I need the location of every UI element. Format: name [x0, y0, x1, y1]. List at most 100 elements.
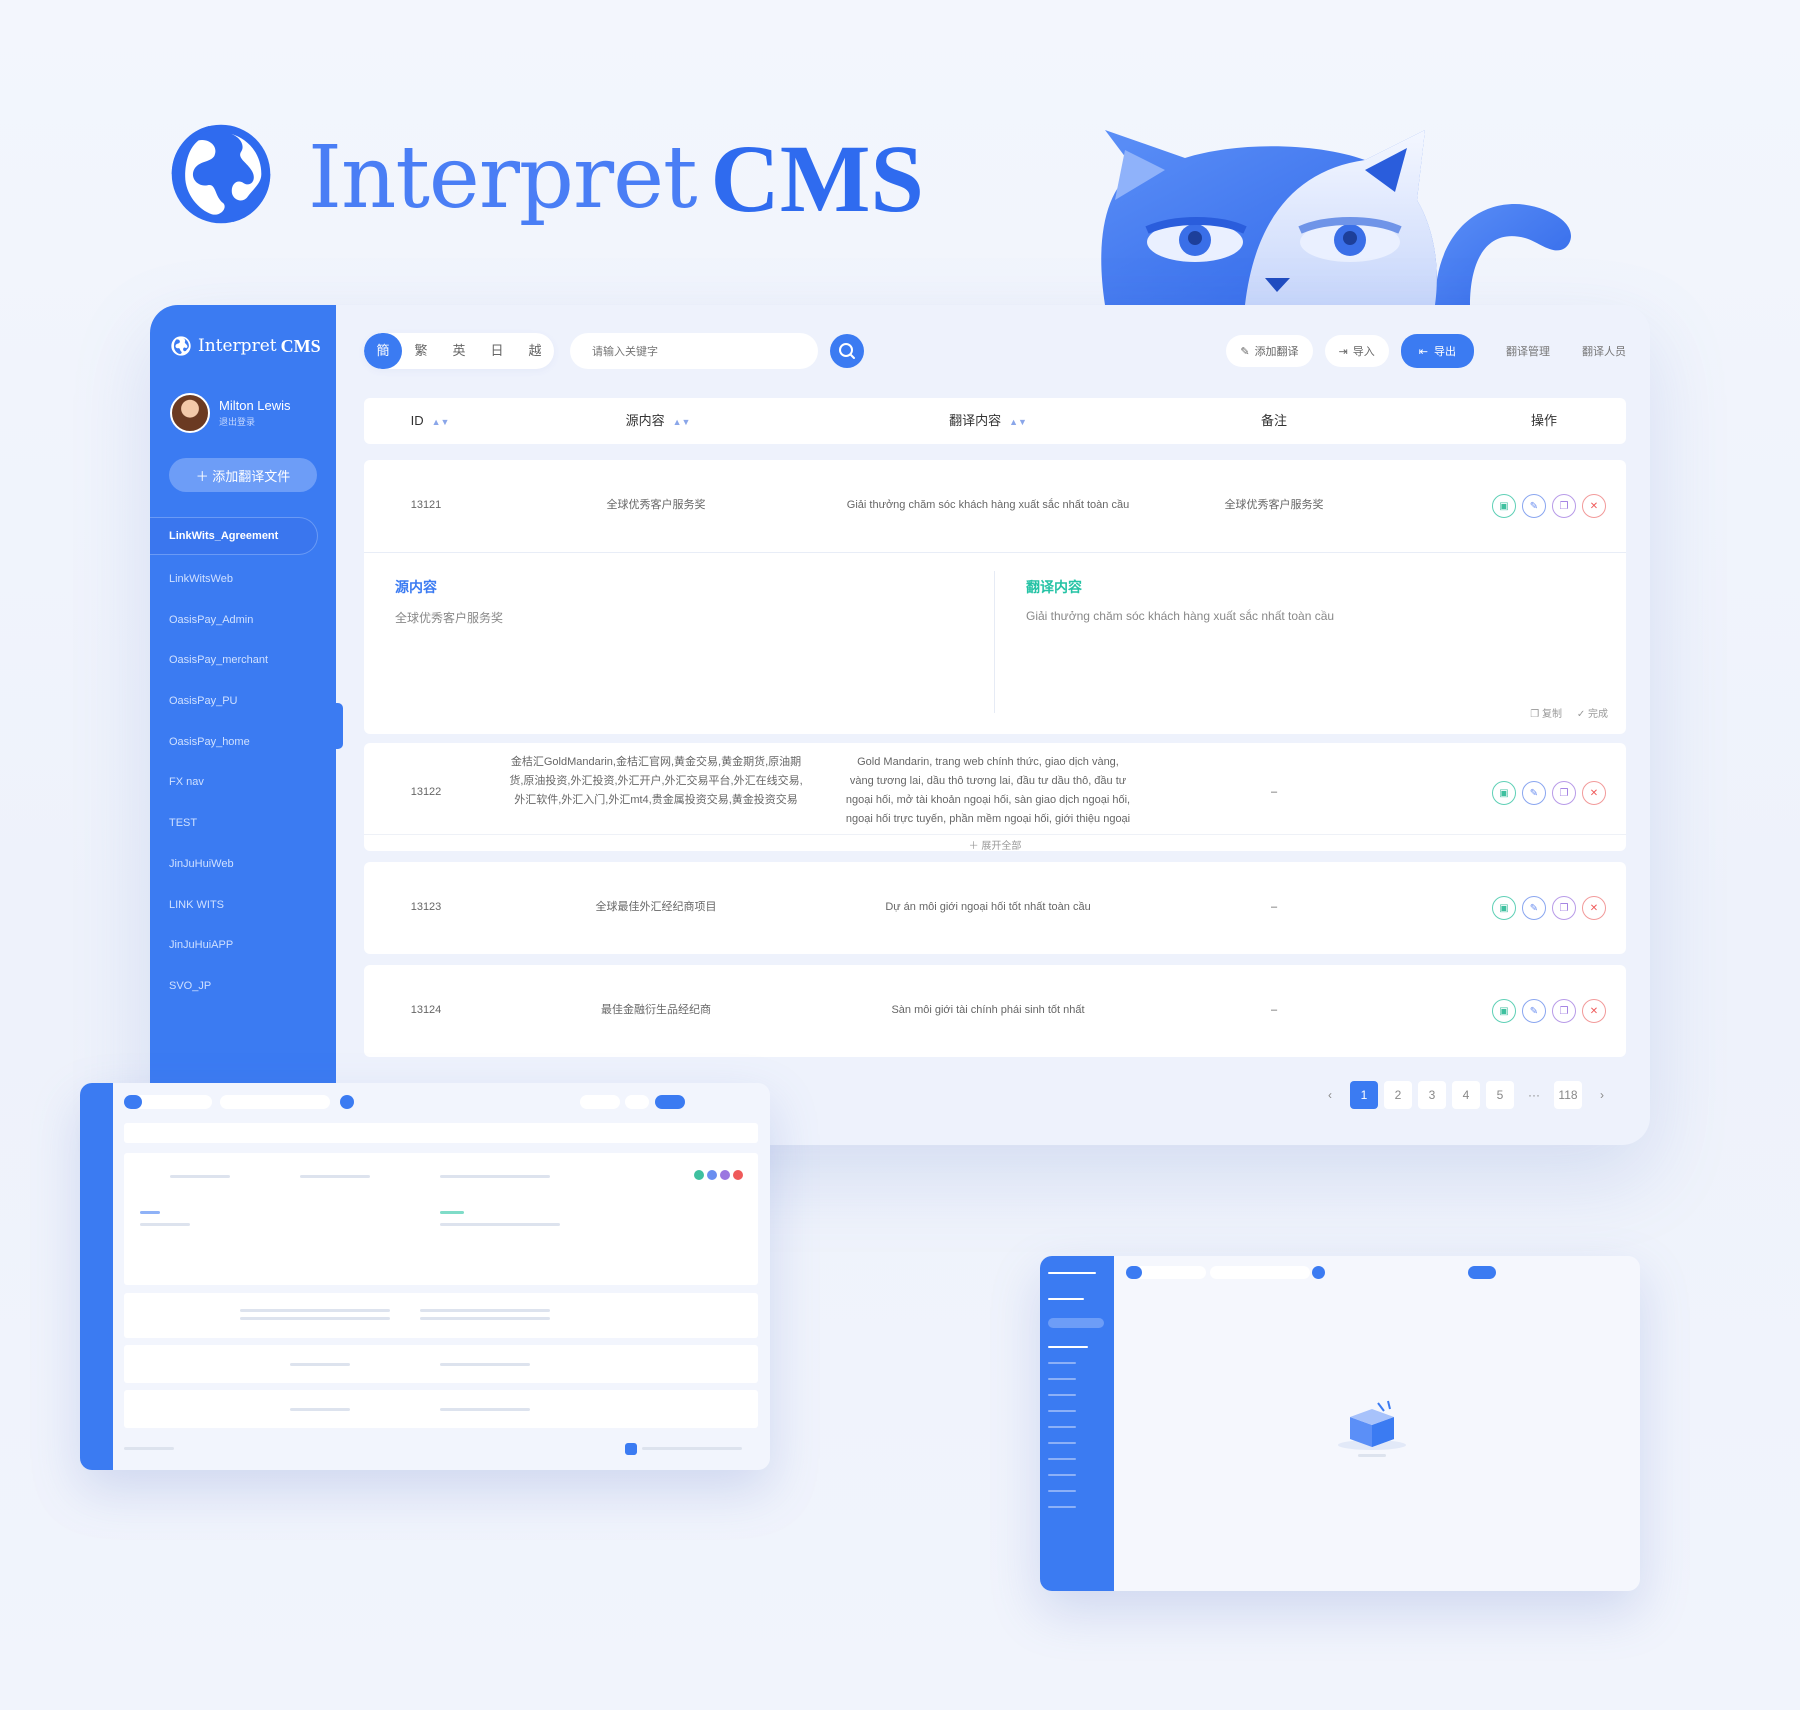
- page-button[interactable]: 2: [1384, 1081, 1412, 1109]
- search-input[interactable]: [590, 333, 814, 371]
- sidebar-item[interactable]: LinkWitsWeb: [150, 559, 336, 600]
- save-icon[interactable]: ▣: [1492, 896, 1516, 920]
- add-translation-label: 添加翻译: [1254, 346, 1299, 358]
- delete-icon[interactable]: ✕: [1582, 896, 1606, 920]
- copy-icon[interactable]: ❐: [1552, 781, 1576, 805]
- hero-title-light: Interpret: [308, 128, 698, 228]
- export-button[interactable]: ⇤ 导出: [1400, 334, 1474, 368]
- edit-icon[interactable]: ✎: [1522, 896, 1546, 920]
- header-source[interactable]: 源内容 ▲▼: [626, 398, 691, 444]
- expanded-translation-text: Giải thưởng chăm sóc khách hàng xuất sắc…: [1026, 609, 1335, 623]
- sidebar-brand-bold: CMS: [280, 335, 321, 356]
- sidebar-item[interactable]: SVO_JP: [150, 966, 336, 1007]
- translators-link[interactable]: 翻译人员: [1582, 343, 1626, 359]
- import-label: 导入: [1352, 346, 1375, 358]
- delete-icon[interactable]: ✕: [1582, 999, 1606, 1023]
- add-translation-button[interactable]: ✎ 添加翻译: [1226, 335, 1313, 367]
- table-row[interactable]: 13122 金桔汇GoldMandarin,金桔汇官网,黄金交易,黄金期货,原油…: [364, 743, 1626, 852]
- import-button[interactable]: ⇥ 导入: [1324, 335, 1389, 367]
- import-icon: ⇥: [1338, 345, 1348, 358]
- search-box: [570, 333, 818, 371]
- edit-icon[interactable]: ✎: [1522, 494, 1546, 518]
- row-note: 全球优秀客户服务奖: [1224, 499, 1324, 511]
- language-tab[interactable]: 繁: [402, 333, 440, 369]
- copy-icon[interactable]: ❐: [1552, 999, 1576, 1023]
- sidebar-item[interactable]: JinJuHuiWeb: [150, 844, 336, 885]
- table-row[interactable]: 13124 最佳金融衍生品经纪商 Sàn môi giới tài chính …: [364, 965, 1626, 1057]
- export-label: 导出: [1434, 346, 1456, 358]
- toolbar: 簡繁英日越 ✎ 添加翻译 ⇥ 导入 ⇤ 导出 翻译管理 翻译人员: [364, 333, 1626, 371]
- search-button[interactable]: [830, 334, 864, 368]
- chevron-right-icon[interactable]: ›: [1588, 1081, 1616, 1109]
- page-button-last[interactable]: 118: [1554, 1081, 1582, 1109]
- sidebar-item[interactable]: OasisPay_PU: [150, 681, 336, 722]
- row-id: 13124: [410, 1004, 442, 1016]
- row-note: –: [1270, 901, 1278, 913]
- row-note: –: [1270, 786, 1278, 798]
- sort-icon[interactable]: ▲▼: [1009, 417, 1027, 427]
- row-id: 13121: [410, 499, 442, 511]
- table-row[interactable]: 13123 全球最佳外汇经纪商项目 Dự án môi giới ngoại h…: [364, 862, 1626, 954]
- save-icon[interactable]: ▣: [1492, 999, 1516, 1023]
- row-actions: ▣ ✎ ❐ ✕: [1486, 781, 1606, 805]
- row-id: 13123: [410, 901, 442, 913]
- expanded-source-label: 源内容: [395, 579, 437, 595]
- sidebar-item[interactable]: FX nav: [150, 762, 336, 803]
- page-button[interactable]: 4: [1452, 1081, 1480, 1109]
- thumbnail-sidebar: [80, 1083, 113, 1470]
- language-switcher: 簡繁英日越: [364, 333, 554, 369]
- row-source: 最佳金融衍生品经纪商: [601, 1004, 711, 1016]
- sidebar-item[interactable]: OasisPay_home: [150, 722, 336, 763]
- language-tab[interactable]: 越: [516, 333, 554, 369]
- logout-link[interactable]: 退出登录: [219, 415, 291, 428]
- save-icon[interactable]: ▣: [1492, 494, 1516, 518]
- hero-title-bold: CMS: [710, 124, 924, 232]
- sidebar-brand-light: Interpret: [198, 336, 277, 356]
- copy-icon[interactable]: ❐: [1552, 494, 1576, 518]
- page-button[interactable]: 1: [1350, 1081, 1378, 1109]
- sidebar-logo: Interpret CMS: [170, 335, 321, 357]
- sidebar-item[interactable]: JinJuHuiAPP: [150, 925, 336, 966]
- sidebar-item[interactable]: LINK WITS: [150, 885, 336, 926]
- search-icon: [839, 343, 855, 359]
- sort-icon[interactable]: ▲▼: [432, 417, 450, 427]
- sidebar: Interpret CMS Milton Lewis 退出登录 ＋ 添加翻译文件…: [150, 305, 336, 1085]
- header-id[interactable]: ID ▲▼: [411, 398, 450, 444]
- language-tab[interactable]: 簡: [364, 333, 402, 369]
- divider: [994, 571, 995, 713]
- save-icon[interactable]: ▣: [1492, 781, 1516, 805]
- table-row[interactable]: 13121 全球优秀客户服务奖 Giải thưởng chăm sóc khá…: [364, 460, 1626, 552]
- sort-icon[interactable]: ▲▼: [673, 417, 691, 427]
- language-tab[interactable]: 日: [478, 333, 516, 369]
- language-tab[interactable]: 英: [440, 333, 478, 369]
- page-ellipsis: ···: [1528, 1088, 1540, 1102]
- page-button[interactable]: 5: [1486, 1081, 1514, 1109]
- thumbnail-sidebar: [1040, 1256, 1114, 1591]
- add-file-button[interactable]: ＋ 添加翻译文件: [169, 458, 317, 492]
- sidebar-item[interactable]: OasisPay_merchant: [150, 640, 336, 681]
- edit-icon[interactable]: ✎: [1522, 999, 1546, 1023]
- header-translation[interactable]: 翻译内容 ▲▼: [949, 398, 1027, 444]
- translation-mgmt-link[interactable]: 翻译管理: [1506, 343, 1550, 359]
- expanded-detail: 源内容 全球优秀客户服务奖 翻译内容 Giải thưởng chăm sóc …: [364, 552, 1626, 734]
- done-action[interactable]: ✓ 完成: [1577, 709, 1608, 720]
- row-translation: Dự án môi giới ngoại hối tốt nhất toàn c…: [885, 901, 1091, 913]
- expand-all-link[interactable]: ＋ 展开全部: [364, 834, 1626, 852]
- page-button[interactable]: 3: [1418, 1081, 1446, 1109]
- sidebar-collapse-handle[interactable]: [336, 703, 343, 749]
- delete-icon[interactable]: ✕: [1582, 781, 1606, 805]
- row-actions: ▣ ✎ ❐ ✕: [1486, 896, 1606, 920]
- hero-title: Interpret CMS: [308, 118, 924, 238]
- main-window: Interpret CMS Milton Lewis 退出登录 ＋ 添加翻译文件…: [150, 305, 1650, 1145]
- sidebar-item[interactable]: OasisPay_Admin: [150, 600, 336, 641]
- copy-action[interactable]: ❐ 复制: [1530, 709, 1562, 720]
- chevron-left-icon[interactable]: ‹: [1316, 1081, 1344, 1109]
- edit-icon: ✎: [1240, 345, 1250, 358]
- sidebar-item[interactable]: TEST: [150, 803, 336, 844]
- copy-icon[interactable]: ❐: [1552, 896, 1576, 920]
- user-profile[interactable]: Milton Lewis 退出登录: [170, 393, 291, 433]
- edit-icon[interactable]: ✎: [1522, 781, 1546, 805]
- user-name: Milton Lewis: [219, 398, 291, 413]
- delete-icon[interactable]: ✕: [1582, 494, 1606, 518]
- sidebar-item[interactable]: LinkWits_Agreement: [150, 517, 318, 555]
